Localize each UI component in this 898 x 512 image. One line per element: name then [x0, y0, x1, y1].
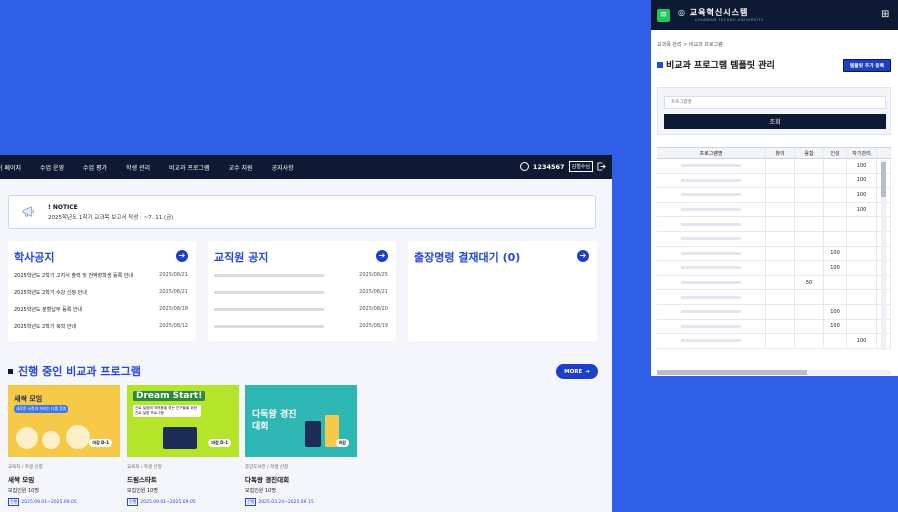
search-button[interactable]: 조회: [664, 114, 886, 129]
list-item[interactable]: 2025/08/20: [214, 306, 388, 315]
user-id: 1234567: [532, 162, 565, 171]
nav-item-notices[interactable]: 공지사항: [272, 163, 294, 172]
table-header: 프로그램명 창의 융합 인성 자기관리: [657, 147, 891, 159]
mobile-header: ≡ ◎ 교육혁신시스템 CHUNNAM TECHNO UNIVERSITY ⊞: [651, 0, 898, 30]
program-category: 교육처 / 학생 신청: [127, 465, 162, 470]
staff-more-arrow-icon[interactable]: ➔: [376, 250, 388, 262]
vertical-scroll-thumb[interactable]: [881, 162, 886, 197]
user-info: 1234567 김철수님: [519, 161, 606, 172]
program-card-image: Dream Start! 진로 설정에 어려움을 겪는 친구들을 위한 진로 설…: [127, 385, 239, 457]
program-name: 새싹 모임: [8, 476, 35, 484]
program-section-header: 진행 중인 비교과 프로그램: [8, 363, 141, 379]
table-row[interactable]: 100: [657, 319, 891, 335]
logo-mark-icon: ◎: [678, 8, 686, 17]
approval-more-arrow-icon[interactable]: ➔: [577, 250, 589, 262]
grid-menu-icon[interactable]: ⊞: [881, 9, 892, 20]
academic-notice-panel: 학사공지 ➔ 2025학년도 2학기 고지서 출력 및 전액장학생 등록 안내 2…: [8, 241, 196, 341]
table-row[interactable]: 100: [657, 202, 891, 218]
notice-label: ! NOTICE: [48, 204, 78, 211]
user-name-badge: 김철수님: [568, 161, 593, 172]
nav-item-class-evaluation[interactable]: 수업 평가: [83, 163, 107, 172]
table-row[interactable]: 100: [657, 188, 891, 203]
staff-notice-panel: 교직원 공지 ➔ 2025/08/25 2025/08/21 2025/08/2…: [208, 241, 396, 341]
program-name-input[interactable]: 프로그램명: [664, 96, 886, 109]
page-title: 비교과 프로그램 템플릿 관리: [657, 58, 775, 71]
table-row[interactable]: [657, 217, 891, 232]
megaphone-icon: [22, 206, 34, 217]
more-button[interactable]: MORE ➔: [556, 364, 598, 379]
logo-subtitle: CHUNNAM TECHNO UNIVERSITY: [695, 18, 764, 22]
list-item[interactable]: 2025학년도 2학기 수강 신청 안내 2025/08/21: [14, 289, 188, 298]
mobile-view: ≡ ◎ 교육혁신시스템 CHUNNAM TECHNO UNIVERSITY ⊞ …: [651, 0, 898, 376]
list-item[interactable]: 2025/08/21: [214, 289, 388, 298]
academic-notice-title: 학사공지: [14, 251, 55, 264]
list-item[interactable]: 2025학년도 2학기 복학 안내 2025/08/12: [14, 323, 188, 332]
breadcrumb: 교과목 관리 > 비교과 프로그램: [657, 42, 723, 48]
table-row[interactable]: [657, 231, 891, 247]
search-box: 프로그램명 조회: [657, 87, 891, 135]
program-name: 드림스타트: [127, 476, 157, 484]
program-card[interactable]: Dream Start! 진로 설정에 어려움을 겪는 친구들을 위한 진로 설…: [127, 385, 239, 506]
template-table: 프로그램명 창의 융합 인성 자기관리 100 100 100 100 100 100 50…: [657, 147, 891, 375]
deadline-badge: 마감: [335, 439, 349, 447]
deadline-badge: 마감 D-1: [89, 439, 112, 447]
nav-item-extracurricular[interactable]: 비교과 프로그램: [169, 163, 210, 172]
deadline-badge: 마감 D-1: [208, 439, 231, 447]
approval-panel: 출장명령 결재대기 (0) ➔: [408, 241, 597, 341]
title-bullet-icon: [657, 61, 663, 68]
list-item[interactable]: 2025학년도 분할납부 등록 안내 2025/08/18: [14, 306, 188, 315]
program-count: 모집인원 10명: [127, 488, 158, 494]
table-row[interactable]: [657, 290, 891, 305]
hamburger-menu-icon[interactable]: ≡: [657, 9, 670, 22]
program-period: 진행 2025.09.01~2025.09.05: [8, 498, 77, 506]
main-menu: 이 페이지 수업 운영 수업 평가 학생 관리 비교과 프로그램 교수 지원 공…: [0, 163, 313, 172]
program-card-image: 다독왕 경진대회 마감: [245, 385, 357, 457]
list-item[interactable]: 2025학년도 2학기 고지서 출력 및 전액장학생 등록 안내 2025/08/…: [14, 272, 188, 281]
user-icon: [519, 162, 529, 171]
program-card[interactable]: 새싹 모임 새로운 시작과 자라는 나를 응원 마감 D-1 교육처 / 학생 …: [8, 385, 120, 506]
table-row[interactable]: 100: [657, 261, 891, 276]
program-card[interactable]: 다독왕 경진대회 마감 중앙도서관 / 학생 신청 다독왕 경진대회 모집인원 …: [245, 385, 357, 506]
notice-text[interactable]: 2025학년도 1학기 교과목 보고서 작성 : ~7. 11.(금): [48, 213, 173, 221]
list-item[interactable]: 2025/08/19: [214, 323, 388, 332]
logout-icon[interactable]: [597, 162, 606, 171]
staff-notice-title: 교직원 공지: [214, 251, 269, 264]
nav-item-student-management[interactable]: 학생 관리: [126, 163, 150, 172]
program-section-title: 진행 중인 비교과 프로그램: [18, 365, 141, 378]
table-row[interactable]: 100: [657, 173, 891, 189]
logo[interactable]: ◎ 교육혁신시스템: [678, 7, 748, 18]
program-name: 다독왕 경진대회: [245, 476, 290, 484]
academic-more-arrow-icon[interactable]: ➔: [176, 250, 188, 262]
program-card-image: 새싹 모임 새로운 시작과 자라는 나를 응원 마감 D-1: [8, 385, 120, 457]
add-template-button[interactable]: 템플릿 추가 등록: [843, 59, 891, 72]
table-row[interactable]: 100: [657, 304, 891, 320]
desktop-view: 이 페이지 수업 운영 수업 평가 학생 관리 비교과 프로그램 교수 지원 공…: [0, 155, 612, 512]
nav-item-my-page[interactable]: 이 페이지: [0, 163, 21, 172]
table-row[interactable]: 100: [657, 334, 891, 349]
program-count: 모집인원 10명: [245, 488, 276, 494]
table-row[interactable]: 50: [657, 275, 891, 291]
nav-item-class-operation[interactable]: 수업 운영: [40, 163, 64, 172]
program-category: 중앙도서관 / 학생 신청: [245, 465, 289, 470]
program-period: 진행 2025.03.24~2025.09.15: [245, 498, 314, 506]
program-period: 진행 2025.09.01~2025.09.05: [127, 498, 196, 506]
horizontal-scroll-thumb[interactable]: [657, 370, 807, 375]
notice-banner: ! NOTICE 2025학년도 1학기 교과목 보고서 작성 : ~7. 11…: [8, 195, 596, 229]
nav-item-faculty-support[interactable]: 교수 지원: [229, 163, 253, 172]
section-bullet-icon: [8, 368, 13, 374]
program-category: 교육처 / 학생 신청: [8, 465, 43, 470]
top-navigation: 이 페이지 수업 운영 수업 평가 학생 관리 비교과 프로그램 교수 지원 공…: [0, 155, 612, 179]
approval-title: 출장명령 결재대기 (0): [414, 251, 521, 264]
table-row[interactable]: 100: [657, 159, 891, 174]
table-row[interactable]: 100: [657, 246, 891, 262]
program-count: 모집인원 10명: [8, 488, 39, 494]
list-item[interactable]: 2025/08/25: [214, 272, 388, 281]
